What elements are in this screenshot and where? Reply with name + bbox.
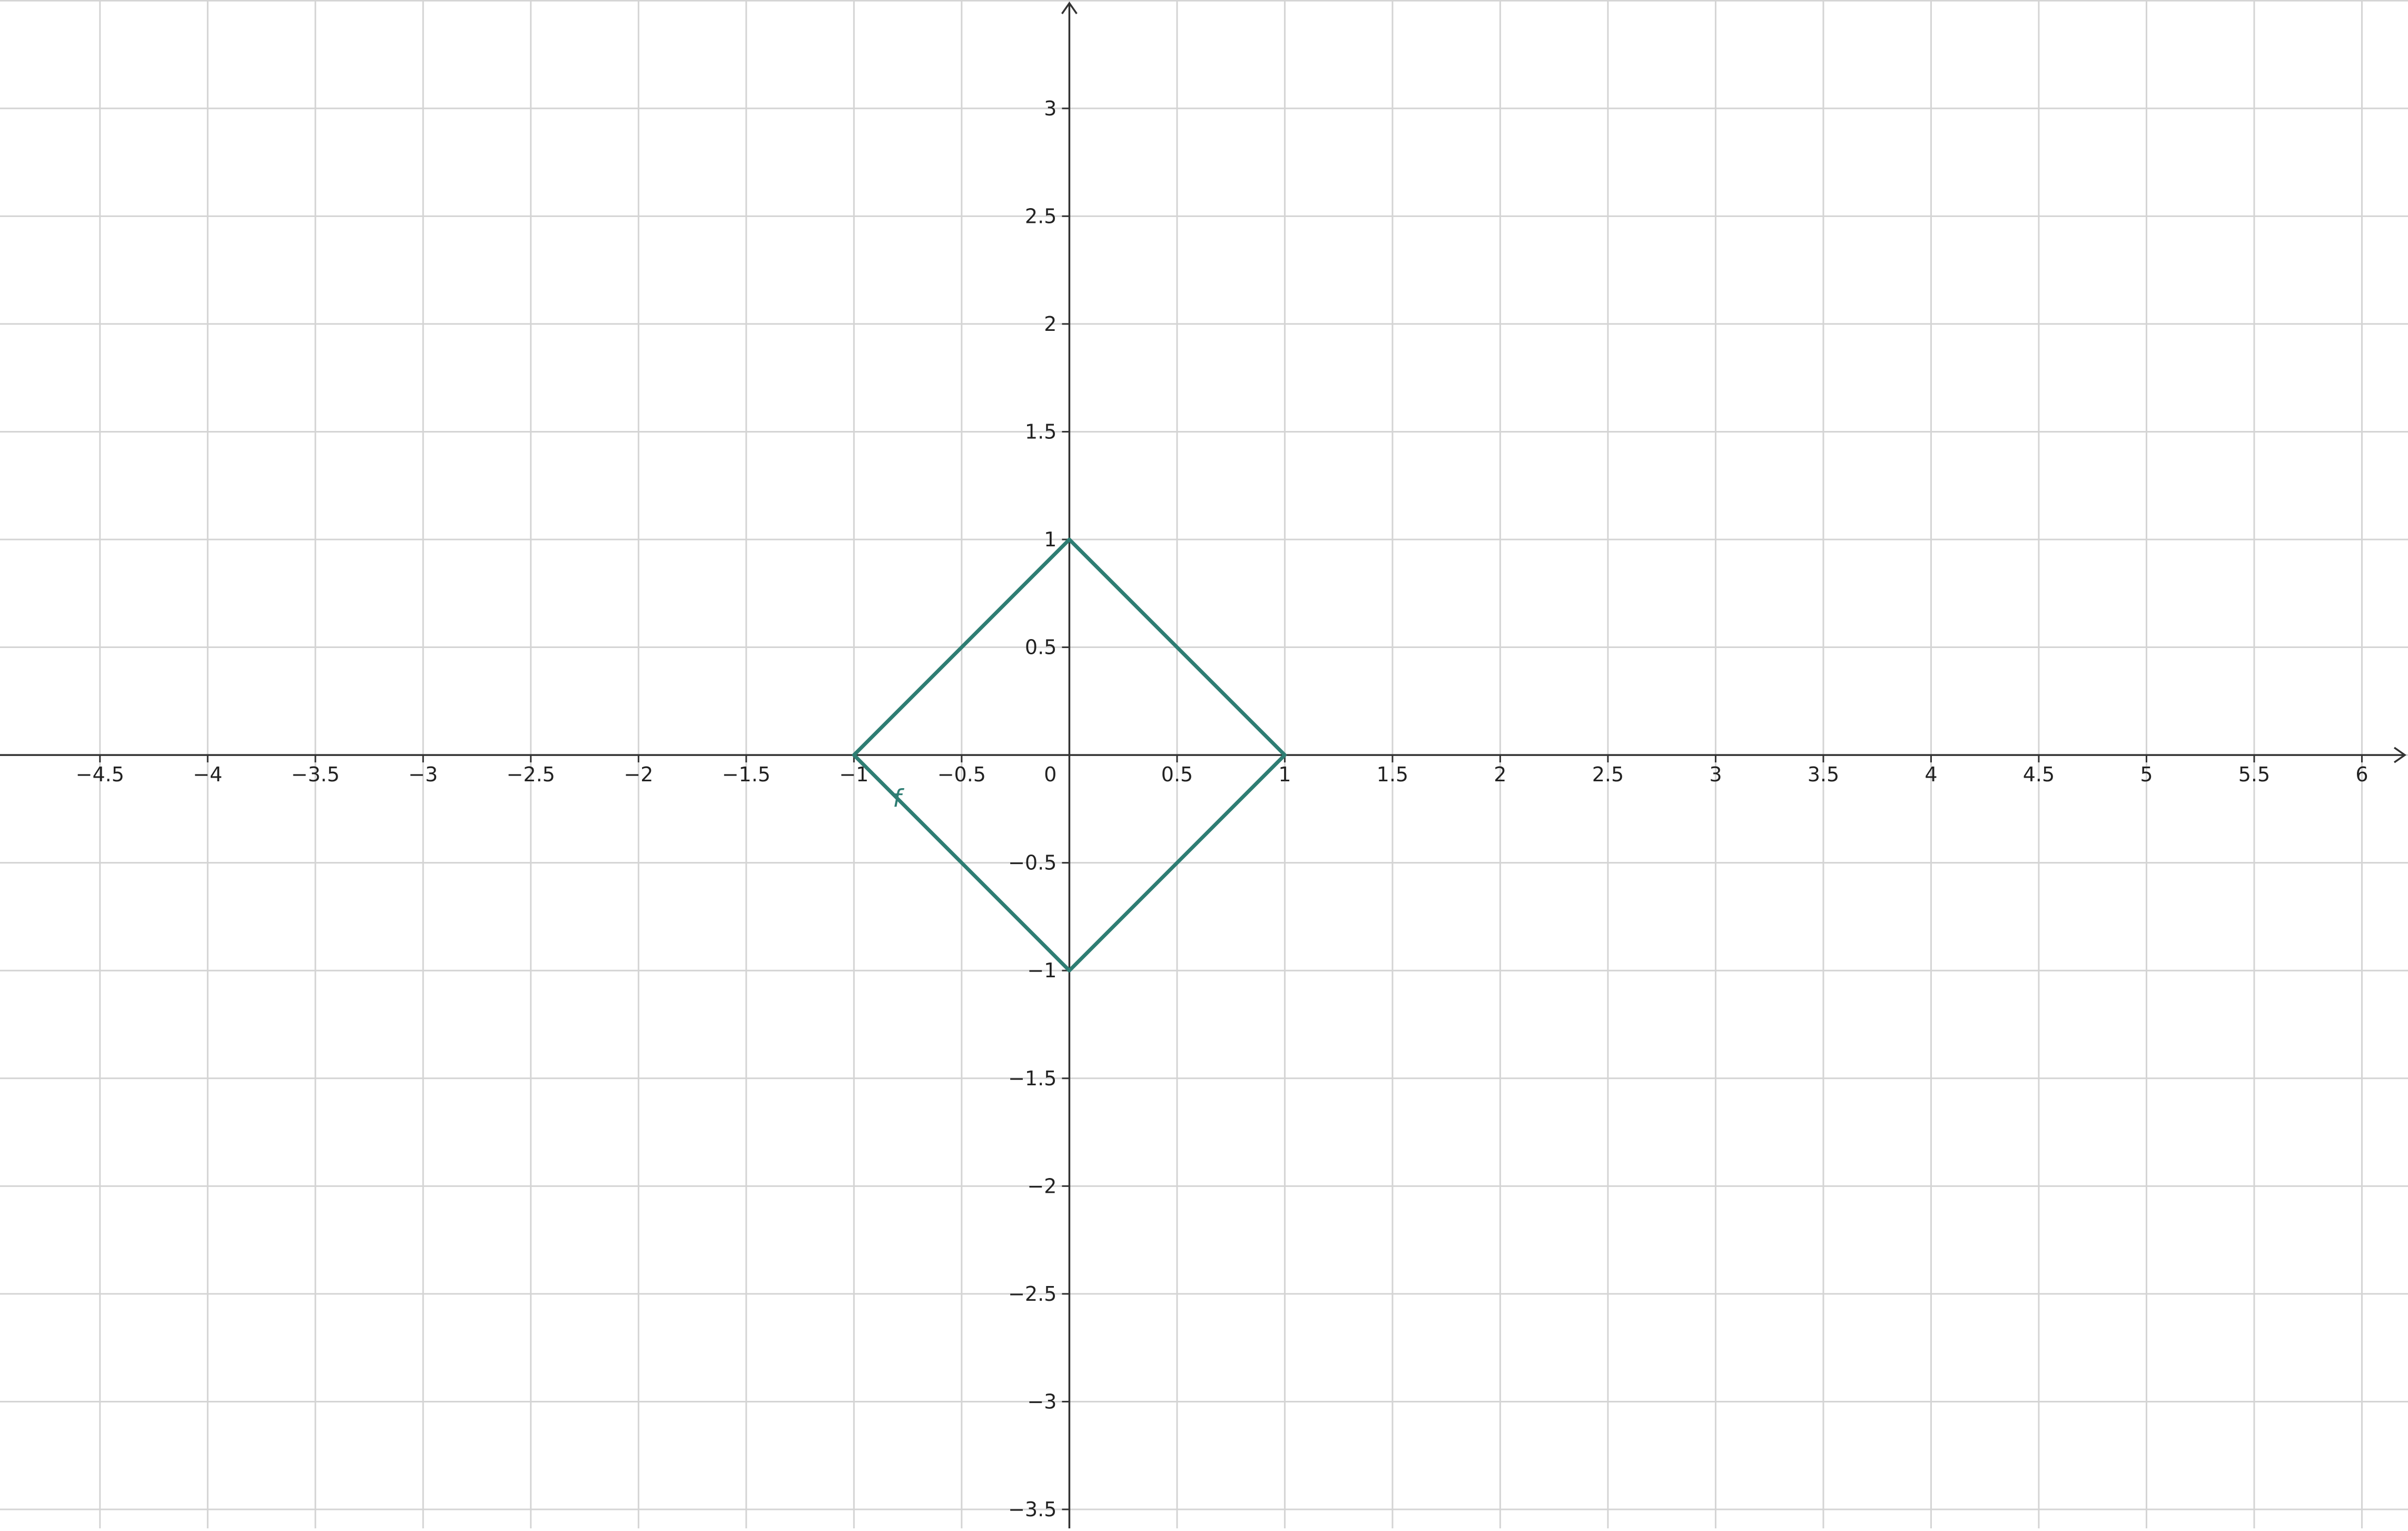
- y-tick-label: −3: [1027, 1390, 1057, 1413]
- x-tick-label: 3.5: [1808, 763, 1839, 786]
- x-tick-label: 4: [1925, 763, 1937, 786]
- y-tick-label: 0.5: [1025, 636, 1057, 659]
- y-tick-label: −3.5: [1008, 1498, 1057, 1521]
- tick-labels: −4.5 −4 −3.5 −3 −2.5 −2 −1.5 −1 −0.5 0.5 1 1.5 2 2.5 3…: [76, 97, 2368, 1521]
- x-tick-label: −3.5: [291, 763, 340, 786]
- x-tick-label: −1.5: [722, 763, 771, 786]
- x-tick-label: −0.5: [937, 763, 986, 786]
- x-tick-label: −4.5: [76, 763, 124, 786]
- y-tick-label: 2.5: [1025, 204, 1057, 228]
- y-tick-label: −2.5: [1008, 1282, 1057, 1306]
- x-tick-label: −4: [193, 763, 222, 786]
- y-tick-label: −1.5: [1008, 1067, 1057, 1090]
- x-tick-label: −3: [408, 763, 438, 786]
- y-tick-label: −0.5: [1008, 851, 1057, 875]
- origin-label: 0: [1044, 763, 1057, 786]
- coordinate-plot[interactable]: −4.5 −4 −3.5 −3 −2.5 −2 −1.5 −1 −0.5 0.5 1 1.5 2 2.5 3…: [0, 0, 2408, 1528]
- x-tick-label: 2: [1494, 763, 1506, 786]
- x-tick-label: 3: [1709, 763, 1722, 786]
- curve-label: f: [893, 784, 904, 812]
- x-tick-label: 6: [2355, 763, 2368, 786]
- x-tick-label: 1.5: [1377, 763, 1408, 786]
- x-tick-label: 2.5: [1592, 763, 1624, 786]
- graphics-view[interactable]: −4.5 −4 −3.5 −3 −2.5 −2 −1.5 −1 −0.5 0.5 1 1.5 2 2.5 3…: [0, 0, 2408, 1528]
- y-tick-label: 3: [1044, 97, 1057, 120]
- annotations: f: [893, 784, 904, 812]
- y-tick-label: 1: [1044, 528, 1057, 551]
- x-tick-label: −2: [624, 763, 653, 786]
- y-tick-label: 2: [1044, 312, 1057, 336]
- x-tick-label: 0.5: [1161, 763, 1193, 786]
- x-tick-label: 1: [1278, 763, 1291, 786]
- x-tick-label: 5: [2140, 763, 2153, 786]
- x-tick-label: 4.5: [2023, 763, 2055, 786]
- x-tick-label: −2.5: [507, 763, 555, 786]
- y-tick-label: −1: [1027, 959, 1057, 982]
- y-tick-label: 1.5: [1025, 420, 1057, 443]
- x-tick-label: 5.5: [2238, 763, 2270, 786]
- y-tick-label: −2: [1027, 1174, 1057, 1198]
